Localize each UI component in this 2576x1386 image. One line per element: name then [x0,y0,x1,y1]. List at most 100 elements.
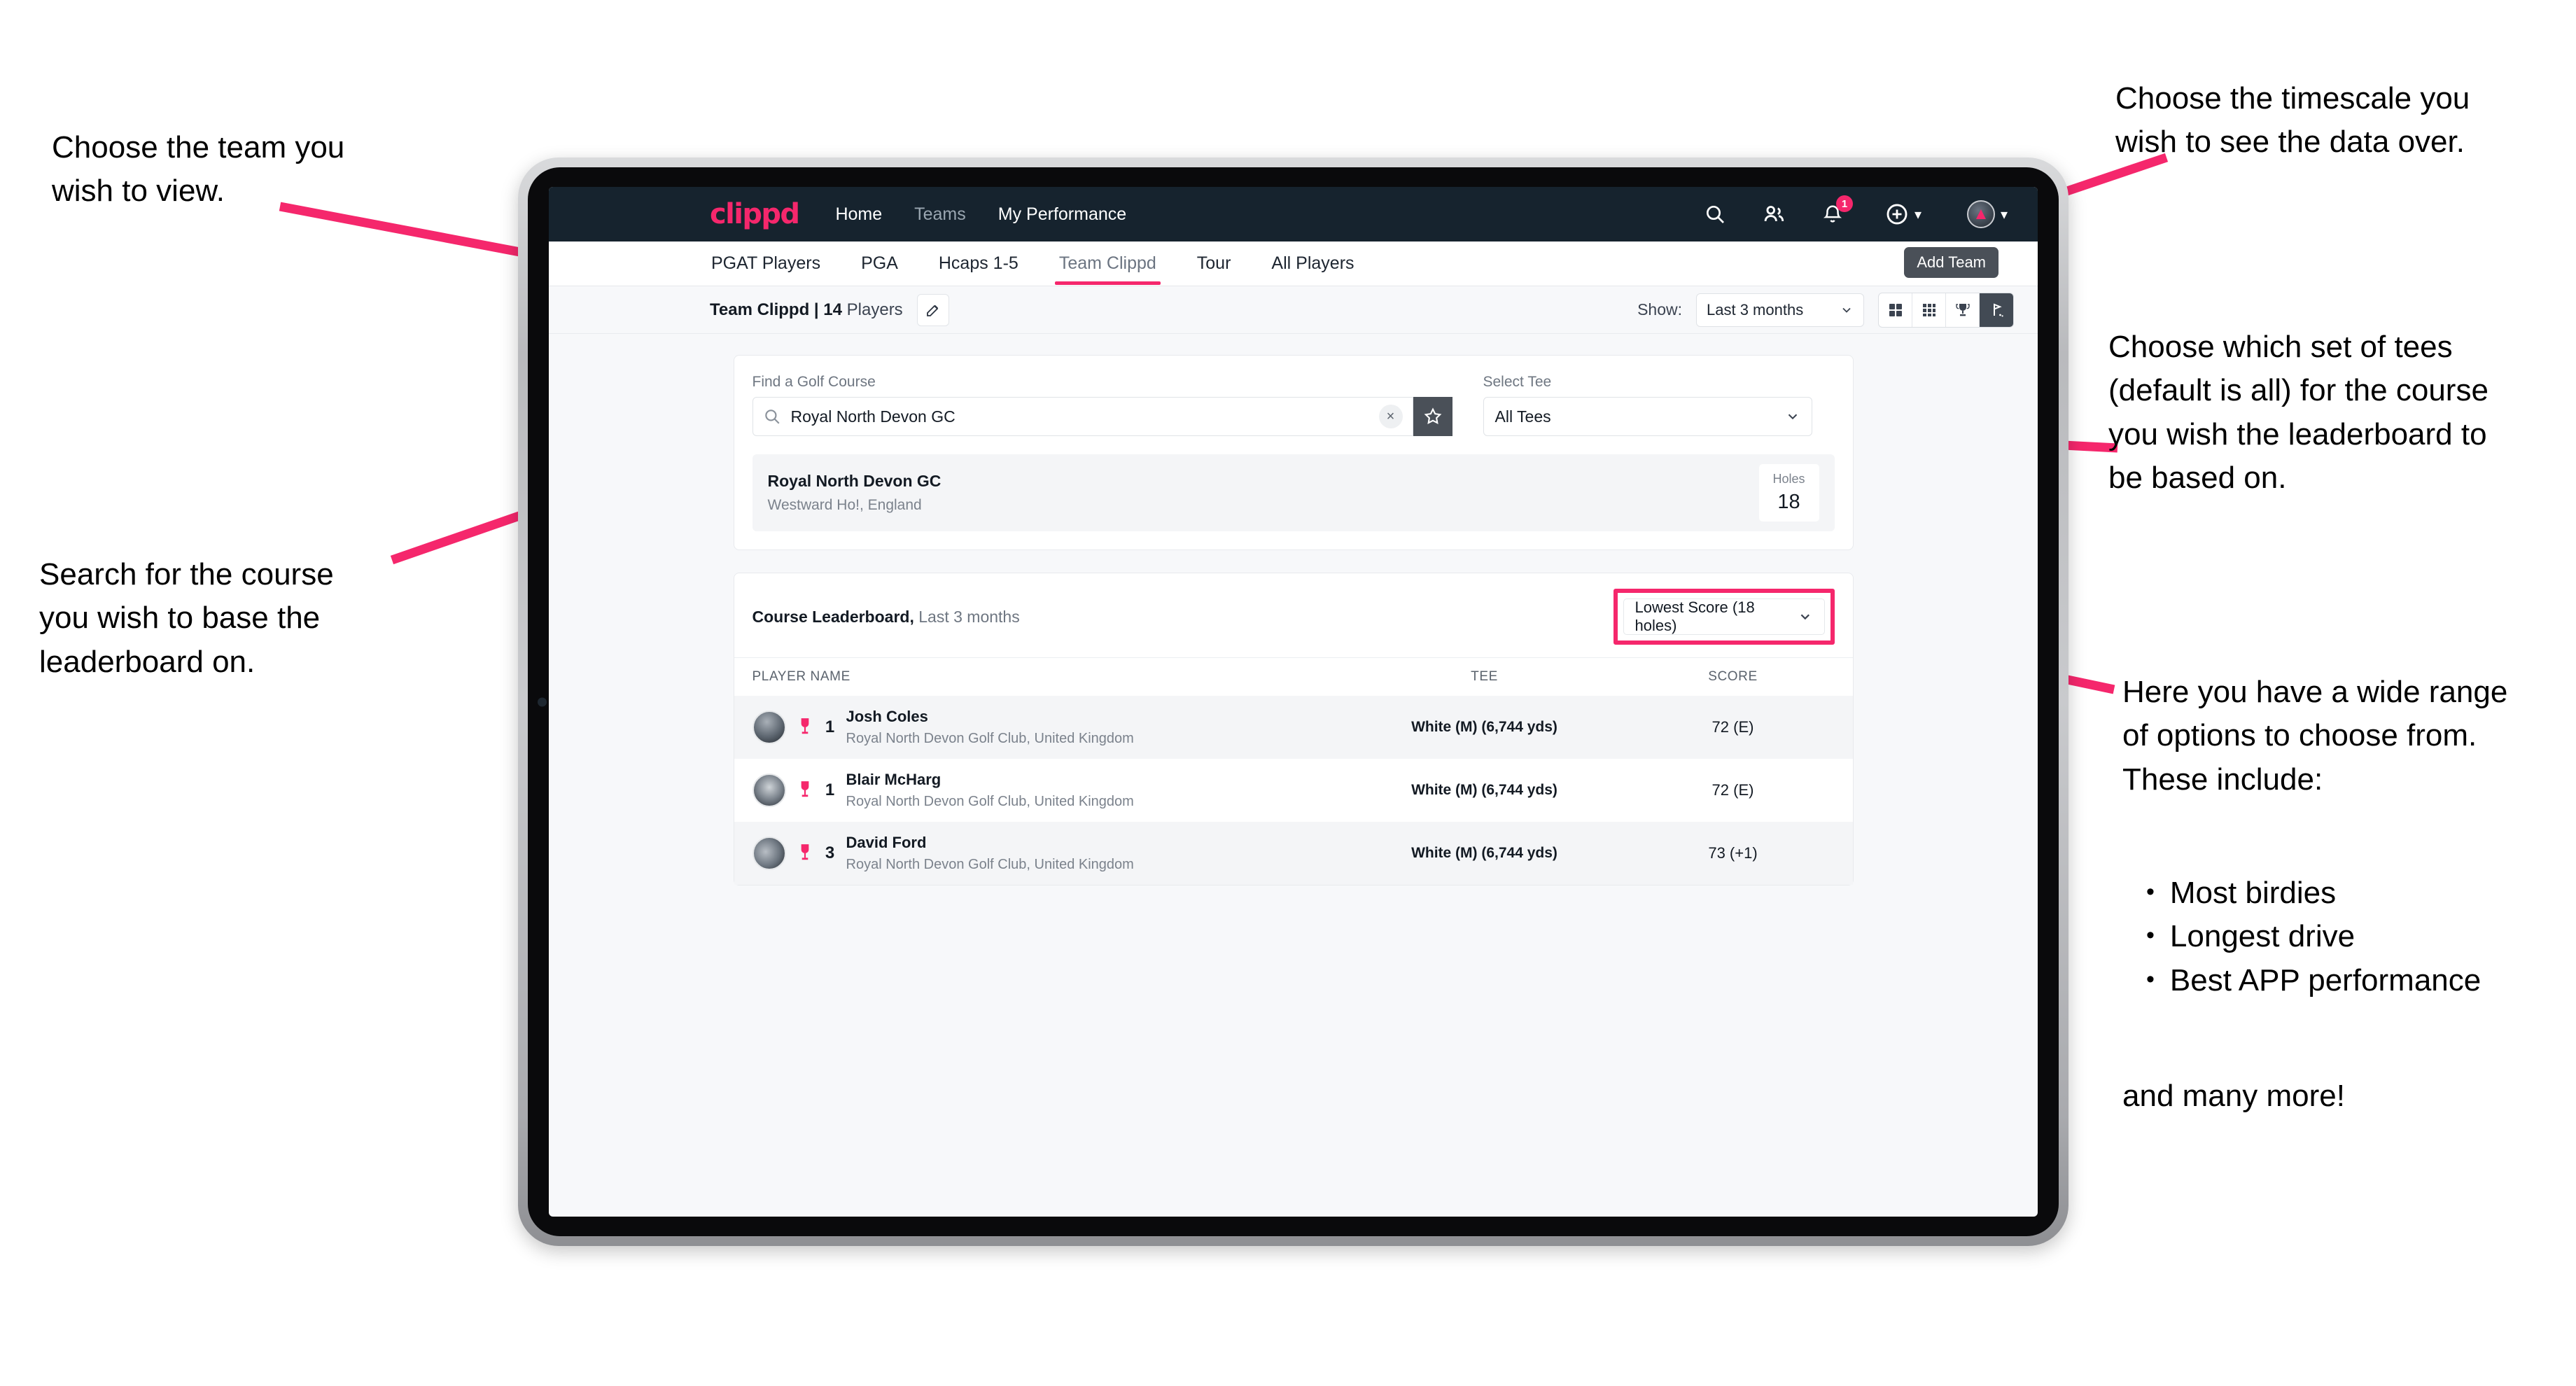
score-value: 72 (E) [1712,781,1754,799]
favourite-course-button[interactable] [1413,397,1452,436]
show-label: Show: [1637,300,1682,318]
chevron-down-icon [1800,614,1809,620]
chevron-down-icon: ▾ [2000,206,2008,223]
tab-pga[interactable]: PGA [860,244,899,284]
notification-badge: 1 [1836,195,1853,212]
view-mode-toggle-group [1878,292,2014,328]
course-search-card: Find a Golf Course × [733,355,1854,550]
list-item-label: Most birdies [2169,876,2337,910]
leaderboard-subtitle: Last 3 months [913,607,1020,626]
trophy-view-button[interactable] [1946,293,1980,327]
tab-team-clippd[interactable]: Team Clippd [1054,244,1161,285]
team-name: Team Clippd | 14 [710,300,842,319]
avatar [752,710,786,744]
course-search-fields: Find a Golf Course × [752,374,1835,436]
grid-view-button[interactable] [1879,293,1912,327]
tee-select-group: Select Tee All Tees [1483,374,1812,436]
tab-all-players[interactable]: All Players [1270,244,1355,284]
plus-circle-icon[interactable]: ▾ [1878,201,1928,227]
app-screen: clippd Home Teams My Performance 1 ▾ ▾ P… [549,187,2038,1217]
player-name: Blair McHarg [846,771,941,788]
tab-hcaps-1-5[interactable]: Hcaps 1-5 [937,244,1020,284]
tee-value: White (M) (6,744 yds) [1411,719,1558,735]
annotation-tees: Choose which set of tees (default is all… [2108,330,2488,496]
team-summary: Team Clippd | 14 Players [710,300,903,320]
course-result-row[interactable]: Royal North Devon GC Westward Ho!, Engla… [752,454,1835,531]
clippd-logo[interactable]: clippd [710,198,800,230]
dots-grid-view-icon [1922,303,1935,316]
dots-grid-view-button[interactable] [1912,293,1946,327]
list-item-label: Best APP performance [2169,962,2482,997]
annotation-timescale: Choose the timescale you wish to see the… [2115,81,2470,160]
leaderboard-title: Course Leaderboard, [752,607,914,626]
search-icon [764,410,780,424]
leaderboard-metric-value: Lowest Score (18 holes) [1634,598,1755,634]
tab-pgat-players[interactable]: PGAT Players [710,244,822,284]
avatar [752,836,786,870]
tee-select[interactable]: All Tees [1483,397,1812,436]
avatar-image [1966,200,1995,228]
bullet-glyph: • [2146,878,2155,905]
player-club: Royal North Devon Golf Club, United King… [846,731,1134,746]
player-name: David Ford [846,834,927,851]
metric-select-highlight: Lowest Score (18 holes) [1613,589,1835,645]
toolbar-right: Show: Last 3 months [1637,292,2014,328]
grid-view-icon [1889,303,1902,316]
search-icon[interactable] [1702,201,1728,227]
annotation-choose-team: Choose the team you wish to view. [52,130,345,209]
nav-link-teams[interactable]: Teams [914,204,966,225]
chevron-down-icon [1788,414,1797,420]
player-club: Royal North Devon Golf Club, United King… [846,857,1134,872]
tee-value: White (M) (6,744 yds) [1411,845,1558,861]
golf-flag-view-button[interactable] [1980,293,2013,327]
course-search-box[interactable]: × [752,397,1413,436]
trophy-icon [801,718,808,734]
add-team-tooltip: Add Team [1904,247,1998,278]
pencil-icon [926,304,938,316]
course-search-group: Find a Golf Course × [752,374,1452,436]
list-item-label: Longest drive [2169,919,2356,954]
edit-team-button[interactable] [916,293,949,326]
player-cell: 3 David Ford Royal North Devon Golf Club… [752,834,1338,873]
chevron-down-icon: ▾ [1914,206,1922,223]
avatar[interactable]: ▾ [1961,200,2014,228]
holes-badge: Holes 18 [1758,464,1819,522]
annotation-search-course: Search for the course you wish to base t… [39,557,334,679]
player-info: David Ford Royal North Devon Golf Club, … [846,834,1134,873]
clear-search-button[interactable]: × [1378,405,1403,428]
navbar-actions: 1 ▾ ▾ [1702,195,2014,228]
tab-tour[interactable]: Tour [1196,244,1233,284]
people-icon[interactable] [1760,201,1787,227]
chevron-down-icon [1842,307,1851,313]
player-cell: 1 Blair McHarg Royal North Devon Golf Cl… [752,771,1338,810]
app-navbar: clippd Home Teams My Performance 1 ▾ ▾ [549,187,2038,241]
player-name: Josh Coles [846,708,928,725]
front-camera-icon [538,697,547,706]
table-row[interactable]: 1 Blair McHarg Royal North Devon Golf Cl… [734,759,1853,822]
primary-nav: Home Teams My Performance [835,204,1126,225]
column-header-player: PLAYER NAME [752,669,850,684]
bell-icon[interactable]: 1 [1819,195,1853,227]
course-result-location: Westward Ho!, England [767,497,922,513]
period-select[interactable]: Last 3 months [1696,293,1864,327]
holes-label: Holes [1772,472,1805,486]
player-info: Josh Coles Royal North Devon Golf Club, … [846,708,1134,747]
course-result-info: Royal North Devon GC Westward Ho!, Engla… [768,472,941,514]
tablet-bezel: clippd Home Teams My Performance 1 ▾ ▾ P… [528,167,2059,1236]
table-row[interactable]: 1 Josh Coles Royal North Devon Golf Club… [734,696,1853,759]
rank-value: 1 [825,780,835,799]
course-result-name: Royal North Devon GC [767,472,941,490]
score-value: 72 (E) [1712,718,1754,736]
table-row[interactable]: 3 David Ford Royal North Devon Golf Club… [734,822,1853,885]
nav-link-my-performance[interactable]: My Performance [998,204,1126,225]
list-item: • Longest drive [2122,915,2576,958]
player-cell: 1 Josh Coles Royal North Devon Golf Club… [752,708,1338,747]
annotation-options-list: • Most birdies • Longest drive • Best AP… [2122,872,2576,1002]
golf-flag-view-icon [1994,303,2003,316]
score-value: 73 (+1) [1708,844,1758,862]
course-leaderboard-card: Course Leaderboard, Last 3 months Lowest… [733,573,1854,886]
course-search-input[interactable] [790,407,1369,426]
rank-value: 3 [825,844,835,862]
nav-link-home[interactable]: Home [835,204,882,225]
leaderboard-metric-select[interactable]: Lowest Score (18 holes) [1623,598,1825,635]
